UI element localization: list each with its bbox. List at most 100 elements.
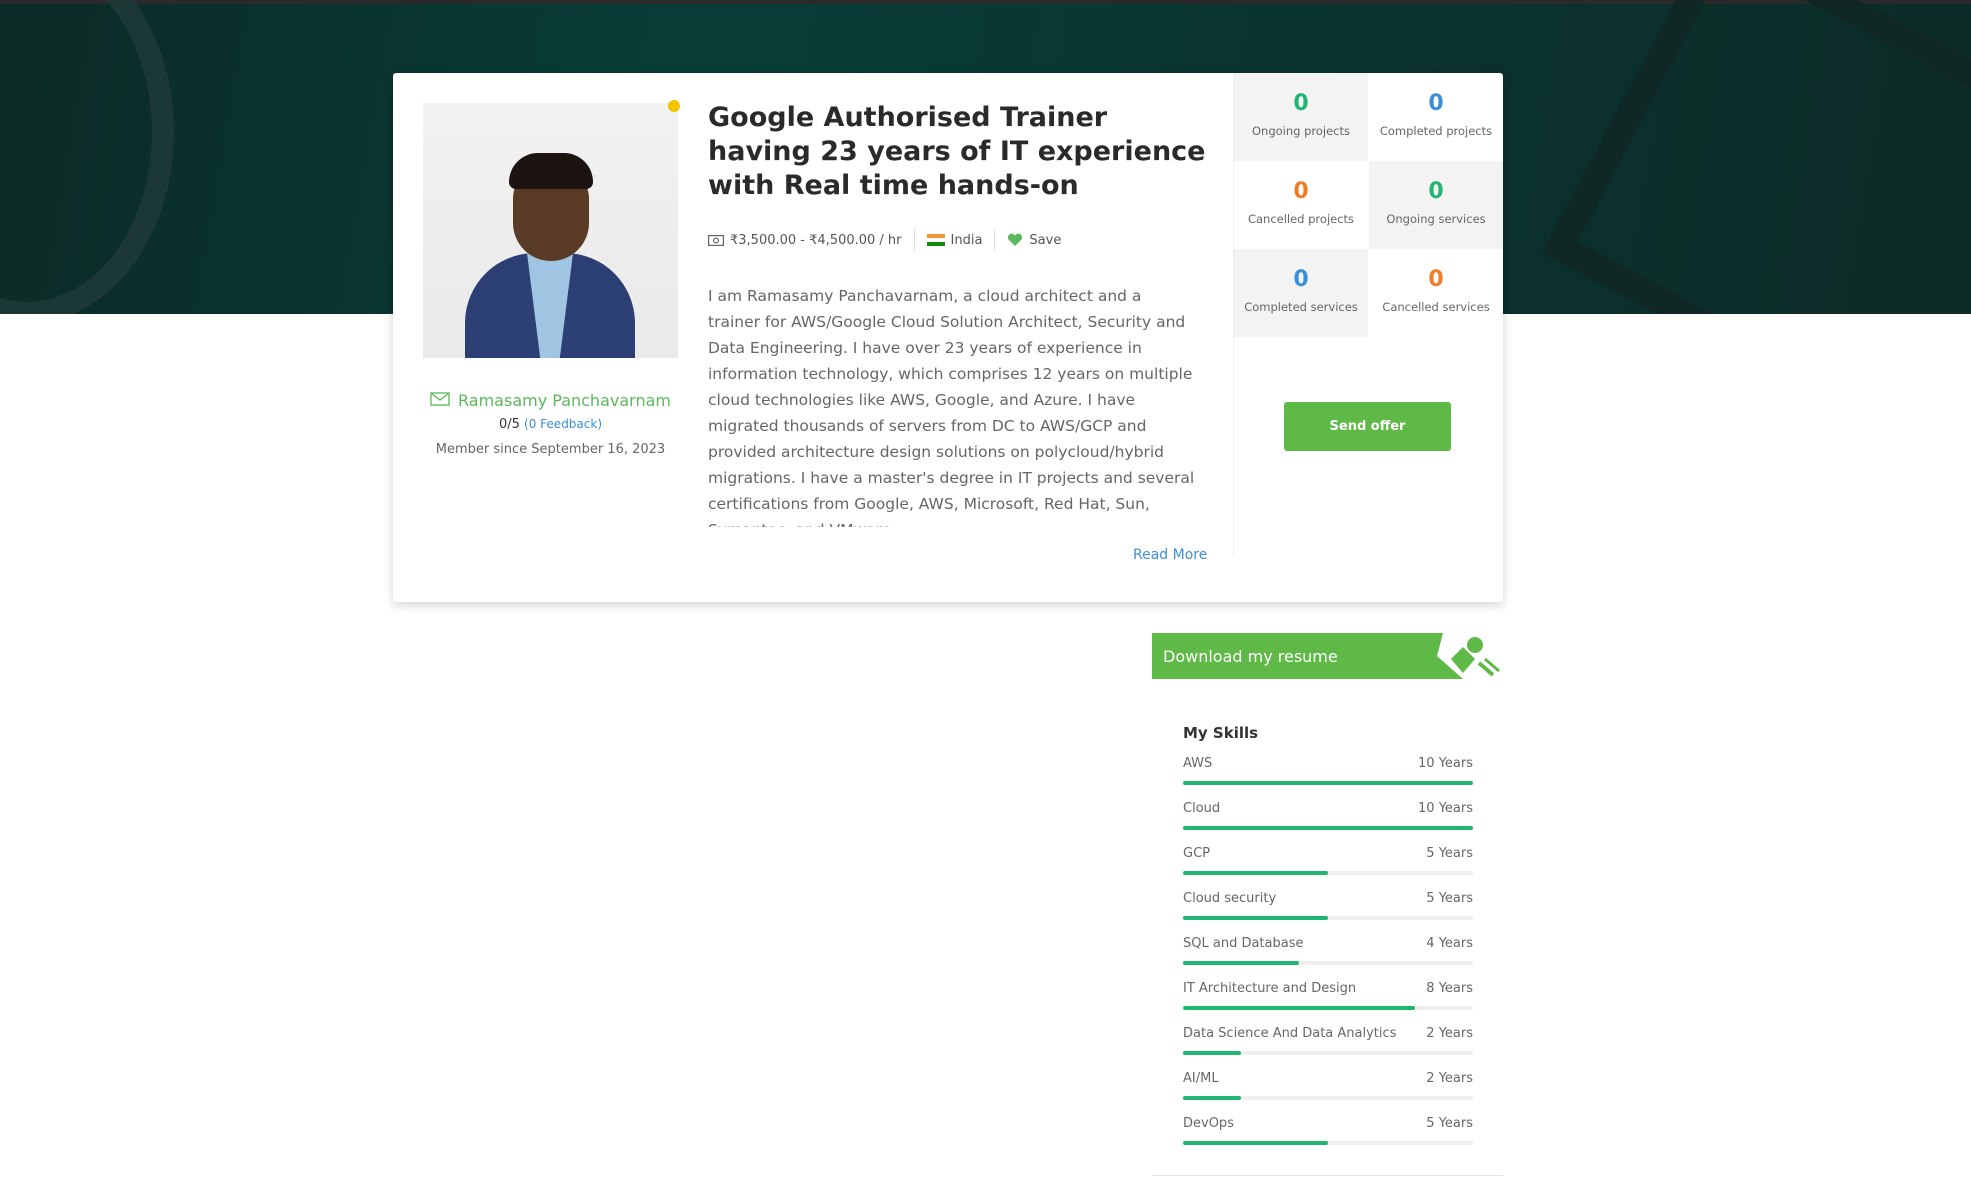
skill-years: 5 Years [1426,846,1473,861]
stat-label: Completed projects [1379,124,1493,138]
skill-years: 5 Years [1426,1116,1473,1131]
skill-bar-fill [1183,1096,1241,1100]
profile-photo [423,103,678,358]
money-icon [708,234,724,246]
skill-name: AI/ML [1183,1071,1219,1086]
stat-value: 0 [1428,91,1444,116]
stat-ongoing-projects: 0 Ongoing projects [1234,73,1368,161]
skill-item: Cloud security 5 Years [1183,881,1473,926]
hourly-rate: ₹3,500.00 - ₹4,500.00 / hr [730,232,902,248]
heart-icon[interactable] [1007,233,1023,247]
meta-divider [913,229,915,251]
skill-name: AWS [1183,756,1213,771]
download-resume-label: Download my resume [1163,646,1338,666]
skill-item: AWS 10 Years [1183,746,1473,791]
skill-bar-track [1183,871,1473,875]
stat-cancelled-services: 0 Cancelled services [1369,249,1503,337]
skill-row: SQL and Database 4 Years [1183,926,1473,951]
skill-years: 5 Years [1426,891,1473,906]
skill-row: DevOps 5 Years [1183,1106,1473,1131]
skill-name: DevOps [1183,1116,1234,1131]
skill-name: Cloud security [1183,891,1277,906]
country: India [950,232,983,248]
skill-years: 2 Years [1426,1071,1473,1086]
stat-value: 0 [1293,91,1309,116]
skill-bar-track [1183,1096,1473,1100]
skills-title: My Skills [1183,724,1259,742]
skill-bar-track [1183,1006,1473,1010]
stat-label: Completed services [1244,300,1358,314]
banner-mug-decoration [0,0,174,314]
india-flag-icon [926,234,945,246]
skill-item: IT Architecture and Design 8 Years [1183,971,1473,1016]
freelancer-name[interactable]: Ramasamy Panchavarnam [458,391,671,410]
rating: 0/5 (0 Feedback) [423,417,678,432]
skill-row: AI/ML 2 Years [1183,1061,1473,1086]
send-offer-button[interactable]: Send offer [1284,402,1451,451]
skill-bar-track [1183,826,1473,830]
skill-name: Cloud [1183,801,1221,816]
resume-decoration-icon [1437,633,1503,679]
skill-item: Cloud 10 Years [1183,791,1473,836]
profile-title: Google Authorised Trainer having 23 year… [708,102,1206,201]
skill-bar-fill [1183,871,1328,875]
skill-bar-fill [1183,961,1299,965]
stat-value: 0 [1428,267,1444,292]
profile-card: Ramasamy Panchavarnam 0/5 (0 Feedback) M… [393,73,1503,602]
skill-bar-track [1183,1051,1473,1055]
stat-cancelled-projects: 0 Cancelled projects [1234,161,1368,249]
stat-label: Cancelled projects [1247,212,1355,226]
skill-bar-fill [1183,1051,1241,1055]
skill-name: IT Architecture and Design [1183,981,1357,996]
freelancer-name-row[interactable]: Ramasamy Panchavarnam [423,391,678,410]
profile-meta: ₹3,500.00 - ₹4,500.00 / hr India Save [708,229,1061,251]
skill-years: 2 Years [1426,1026,1473,1041]
stat-value: 0 [1293,267,1309,292]
stat-label: Ongoing services [1386,212,1486,226]
download-resume-button[interactable]: Download my resume [1152,633,1503,679]
skill-item: AI/ML 2 Years [1183,1061,1473,1106]
skill-row: GCP 5 Years [1183,836,1473,861]
envelope-icon [430,391,450,410]
skill-row: Data Science And Data Analytics 2 Years [1183,1016,1473,1041]
skill-bar-fill [1183,1141,1328,1145]
feedback-link[interactable]: (0 Feedback) [524,417,602,431]
skill-years: 8 Years [1426,981,1473,996]
skill-bar-track [1183,916,1473,920]
skill-bar-fill [1183,1006,1415,1010]
stat-ongoing-services: 0 Ongoing services [1369,161,1503,249]
stat-completed-services: 0 Completed services [1234,249,1368,337]
skill-row: Cloud security 5 Years [1183,881,1473,906]
stat-completed-projects: 0 Completed projects [1369,73,1503,161]
skill-item: DevOps 5 Years [1183,1106,1473,1151]
stat-value: 0 [1428,179,1444,204]
skill-name: SQL and Database [1183,936,1304,951]
meta-divider [994,229,996,251]
skill-bar-fill [1183,826,1473,830]
skills-bottom-divider [1152,1175,1503,1176]
skill-name: GCP [1183,846,1210,861]
photo-hair [509,153,593,189]
read-more-link[interactable]: Read More [1133,547,1207,563]
skill-bar-track [1183,781,1473,785]
skill-name: Data Science And Data Analytics [1183,1026,1397,1041]
banner-frame-decoration [1542,0,1971,314]
online-status-dot [668,100,680,112]
skill-bar-track [1183,1141,1473,1145]
stat-label: Cancelled services [1382,300,1490,314]
member-since: Member since September 16, 2023 [435,442,666,457]
skill-item: Data Science And Data Analytics 2 Years [1183,1016,1473,1061]
rating-value: 0/5 [498,417,520,432]
skill-row: IT Architecture and Design 8 Years [1183,971,1473,996]
save-button[interactable]: Save [1029,233,1061,248]
skill-bar-track [1183,961,1473,965]
skill-item: GCP 5 Years [1183,836,1473,881]
stat-value: 0 [1293,179,1309,204]
skill-row: AWS 10 Years [1183,746,1473,771]
skill-item: SQL and Database 4 Years [1183,926,1473,971]
skill-years: 4 Years [1426,936,1473,951]
skill-row: Cloud 10 Years [1183,791,1473,816]
skill-years: 10 Years [1418,756,1473,771]
stat-label: Ongoing projects [1251,124,1351,138]
skills-section: My Skills AWS 10 Years Cloud 10 Years GCP 5 Y… [1183,720,1473,1151]
